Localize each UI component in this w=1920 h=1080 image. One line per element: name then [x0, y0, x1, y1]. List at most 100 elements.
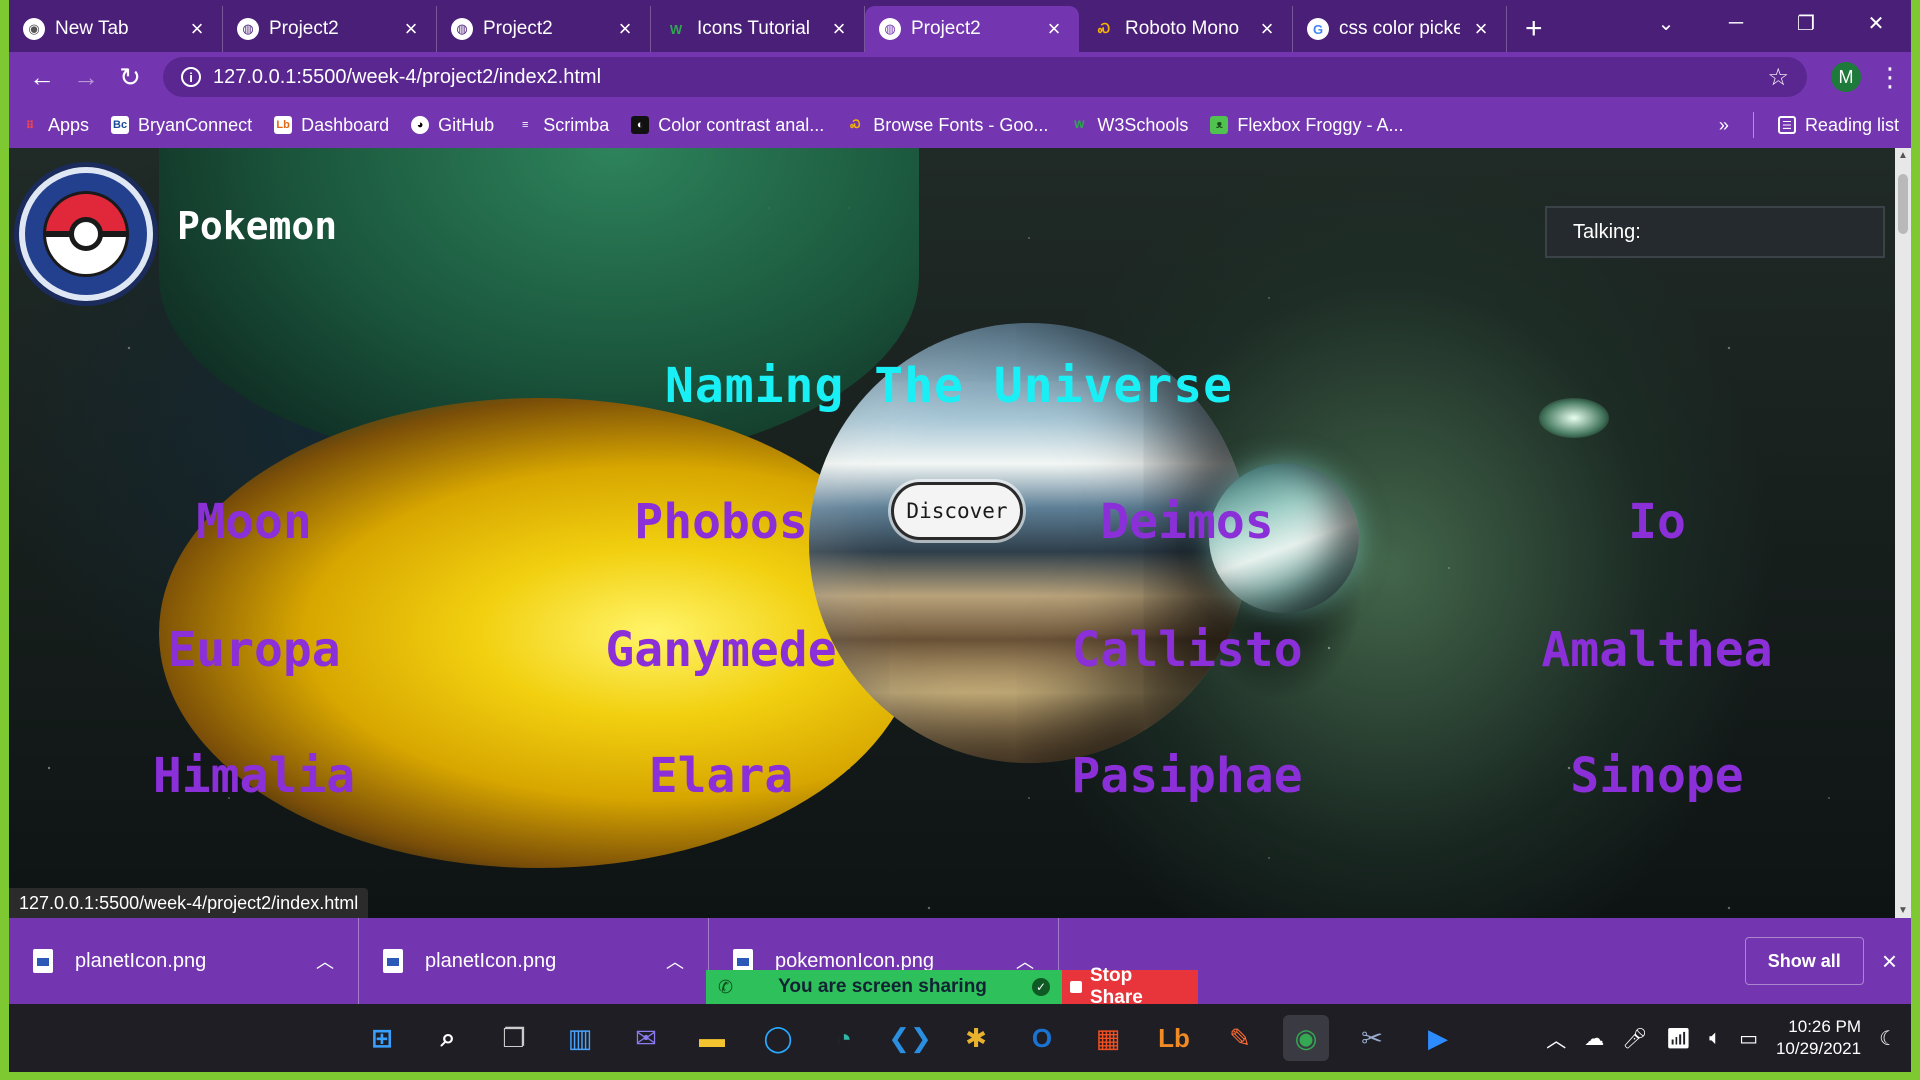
onedrive-icon[interactable]: ☁ [1584, 1026, 1604, 1051]
phone-icon: ✆ [718, 976, 734, 997]
moon-name-elara[interactable]: Elara [541, 748, 901, 804]
address-bar[interactable]: i 127.0.0.1:5500/week-4/project2/index2.… [163, 57, 1807, 97]
vscode-icon[interactable]: ❮❯ [887, 1015, 933, 1061]
lb-app-icon[interactable]: Lb [1151, 1015, 1197, 1061]
tab-icons-tutorial[interactable]: W Icons Tutorial × [651, 6, 865, 52]
download-item[interactable]: planetIcon.png ︿ [9, 918, 359, 1004]
bookmark-w3schools[interactable]: W W3Schools [1070, 115, 1188, 136]
moon-name-pasiphae[interactable]: Pasiphae [1007, 748, 1367, 804]
bookmark-flexbox-froggy[interactable]: ᴥ Flexbox Froggy - A... [1210, 115, 1403, 136]
moon-name-io[interactable]: Io [1477, 494, 1837, 550]
file-explorer-icon[interactable]: ▬ [689, 1015, 735, 1061]
close-icon[interactable]: × [1043, 16, 1065, 42]
close-icon[interactable]: × [1470, 16, 1492, 42]
close-icon[interactable]: × [400, 16, 422, 42]
screen: ◉ New Tab × ◍ Project2 × ◍ Project2 × W … [9, 0, 1911, 1072]
close-window-icon[interactable]: ✕ [1841, 0, 1911, 46]
store-icon[interactable]: ▦ [1085, 1015, 1131, 1061]
menu-kebab-icon[interactable]: ⋮ [1877, 62, 1903, 93]
globe-icon: ◍ [879, 18, 901, 40]
outlook-icon[interactable]: O [1019, 1015, 1065, 1061]
chrome-taskbar-icon[interactable]: ◉ [1283, 1015, 1329, 1061]
minimize-icon[interactable]: ─ [1701, 0, 1771, 46]
sharing-status: ✆ You are screen sharing ✓ [706, 970, 1062, 1004]
tab-roboto-mono[interactable]: Ꮝ Roboto Mono × [1079, 6, 1293, 52]
volume-icon[interactable]: 🔈︎ [1709, 1027, 1721, 1050]
bookmark-color-contrast[interactable]: ◐ Color contrast anal... [631, 115, 824, 136]
task-view-icon[interactable]: ❐ [491, 1015, 537, 1061]
bookmark-apps[interactable]: ⠿ Apps [21, 115, 89, 136]
moon-name-deimos[interactable]: Deimos [1007, 494, 1367, 550]
close-shelf-icon[interactable]: × [1882, 946, 1897, 977]
teams-chat-icon[interactable]: ✉ [623, 1015, 669, 1061]
bookmarks-overflow-button[interactable]: » [1719, 115, 1729, 136]
close-icon[interactable]: × [186, 16, 208, 42]
tab-project2[interactable]: ◍ Project2 × [437, 6, 651, 52]
microphone-icon[interactable]: 🎤︎ [1622, 1026, 1647, 1051]
stop-share-button[interactable]: Stop Share [1062, 965, 1198, 1008]
reading-list-button[interactable]: ☰ Reading list [1777, 115, 1899, 136]
chevron-up-icon[interactable]: ︿ [1546, 1024, 1566, 1053]
bookmark-bryanconnect[interactable]: Bc BryanConnect [111, 115, 252, 136]
page-scrollbar[interactable]: ▲ ▼ [1895, 148, 1911, 918]
divider [1752, 112, 1754, 138]
focus-assist-icon[interactable]: ☾ [1879, 1026, 1897, 1051]
browser-toolbar: ← → ↻ i 127.0.0.1:5500/week-4/project2/i… [9, 52, 1911, 102]
bookmark-dashboard[interactable]: Lb Dashboard [274, 115, 389, 136]
restore-icon[interactable]: ❐ [1771, 0, 1841, 46]
bookmark-browse-fonts[interactable]: Ꮝ Browse Fonts - Goo... [846, 115, 1048, 136]
moon-name-sinope[interactable]: Sinope [1477, 748, 1837, 804]
windows-start-icon[interactable]: ⊞ [359, 1015, 405, 1061]
zoom-icon[interactable]: ▶ [1415, 1015, 1461, 1061]
bookmark-scrimba[interactable]: ≡ Scrimba [516, 115, 609, 136]
tab-project2-active[interactable]: ◍ Project2 × [865, 6, 1079, 52]
download-item[interactable]: planetIcon.png ︿ [359, 918, 709, 1004]
moon-name-phobos[interactable]: Phobos [541, 494, 901, 550]
link-status-bar: 127.0.0.1:5500/week-4/project2/index.htm… [9, 888, 369, 918]
url-text[interactable]: 127.0.0.1:5500/week-4/project2/index2.ht… [213, 66, 1755, 89]
forward-icon[interactable]: → [67, 58, 105, 96]
bookmark-star-icon[interactable]: ☆ [1767, 63, 1789, 92]
tab-css-color-picker[interactable]: G css color picker × [1293, 6, 1507, 52]
cortana-icon[interactable]: ◯ [755, 1015, 801, 1061]
google-fonts-icon: Ꮝ [850, 118, 861, 131]
back-icon[interactable]: ← [23, 58, 61, 96]
close-icon[interactable]: × [1256, 16, 1278, 42]
moon-name-amalthea[interactable]: Amalthea [1477, 622, 1837, 678]
moon-name-ganymede[interactable]: Ganymede [541, 622, 901, 678]
moon-name-europa[interactable]: Europa [74, 622, 434, 678]
scrollbar-thumb[interactable] [1898, 174, 1908, 234]
site-info-icon[interactable]: i [181, 67, 201, 87]
search-icon[interactable]: ⌕ [425, 1015, 471, 1061]
wifi-icon[interactable]: 📶︎ [1666, 1026, 1691, 1051]
battery-icon[interactable]: ▭ [1739, 1026, 1758, 1051]
close-icon[interactable]: × [828, 16, 850, 42]
snipping-tool-icon[interactable]: ✂ [1349, 1015, 1395, 1061]
moon-name-himalia[interactable]: Himalia [74, 748, 434, 804]
chevron-up-icon[interactable]: ︿ [316, 948, 334, 974]
widgets-icon[interactable]: ▥ [557, 1015, 603, 1061]
reload-icon[interactable]: ↻ [111, 58, 149, 96]
tab-new-tab[interactable]: ◉ New Tab × [9, 6, 223, 52]
moon-name-callisto[interactable]: Callisto [1007, 622, 1367, 678]
show-all-button[interactable]: Show all [1744, 937, 1864, 985]
clock[interactable]: 10:26 PM 10/29/2021 [1776, 1016, 1861, 1060]
close-icon[interactable]: × [614, 16, 636, 42]
new-tab-button[interactable]: + [1507, 6, 1561, 52]
w3schools-icon: W [1074, 119, 1085, 131]
reading-list-icon: ☰ [1777, 116, 1796, 134]
bookmark-label: GitHub [438, 114, 495, 135]
scroll-down-icon[interactable]: ▼ [1895, 905, 1911, 916]
edge-icon[interactable]: ◔ [821, 1015, 867, 1061]
tab-project2[interactable]: ◍ Project2 × [223, 6, 437, 52]
tab-search-icon[interactable]: ⌄ [1631, 0, 1701, 46]
chevron-up-icon[interactable]: ︿ [666, 948, 684, 974]
profile-avatar[interactable]: M [1831, 62, 1861, 92]
postman-icon[interactable]: ✎ [1217, 1015, 1263, 1061]
moon-name-moon[interactable]: Moon [74, 494, 434, 550]
scroll-up-icon[interactable]: ▲ [1895, 150, 1911, 161]
slack-icon[interactable]: ✱ [953, 1015, 999, 1061]
bookmark-github[interactable]: ◕ GitHub [411, 115, 494, 136]
bookmark-label: Color contrast anal... [658, 114, 825, 135]
download-filename: planetIcon.png [425, 949, 557, 972]
